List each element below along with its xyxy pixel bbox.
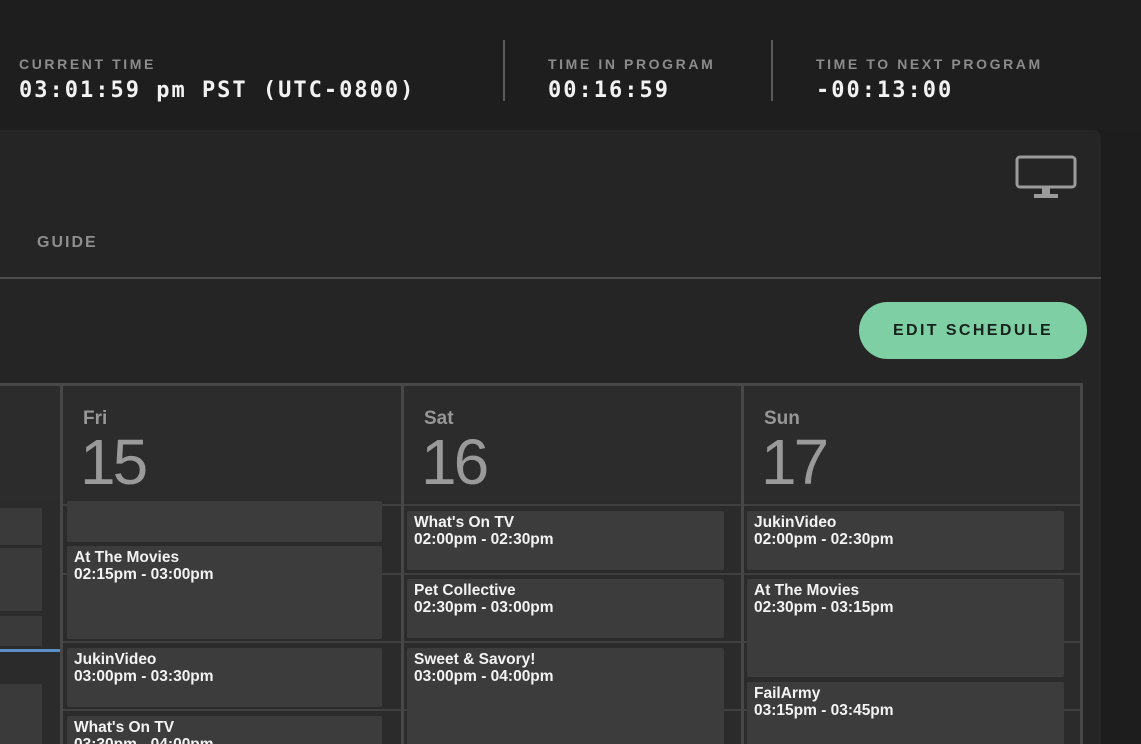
event-time: 03:00pm - 04:00pm [414,668,554,685]
hour-line [404,641,741,643]
current-time-value: 03:01:59 pm PST (UTC-0800) [19,78,416,103]
event-title: Sweet & Savory! [414,651,536,668]
monitor-icon[interactable] [1015,155,1077,201]
hour-line [63,641,401,643]
event-title: Pet Collective [414,582,516,599]
schedule-event[interactable] [0,548,42,611]
current-time: CURRENT TIME 03:01:59 pm PST (UTC-0800) [19,56,415,103]
event-title: At The Movies [74,549,180,566]
hour-line [744,573,1080,575]
day-number: 16 [421,426,489,498]
event-time: 02:00pm - 02:30pm [754,531,894,548]
event-title: At The Movies [754,582,860,599]
schedule-event[interactable] [0,616,42,646]
schedule-event[interactable]: At The Movies 02:30pm - 03:15pm [747,579,1064,677]
status-bar: CURRENT TIME 03:01:59 pm PST (UTC-0800) … [0,0,1141,130]
event-time: 02:30pm - 03:15pm [754,599,894,616]
day-column-sun: Sun 17 JukinVideo 02:00pm - 02:30pm At T… [744,386,1080,744]
day-header: Sun 17 [744,386,1080,499]
time-to-next-label: TIME TO NEXT PROGRAM [816,56,1043,72]
event-title: JukinVideo [74,651,157,668]
event-time: 03:00pm - 03:30pm [74,668,214,685]
event-time: 02:30pm - 03:00pm [414,599,554,616]
day-column-sat: Sat 16 What's On TV 02:00pm - 02:30pm Pe… [404,386,741,744]
hour-line [404,504,741,506]
hour-line [404,573,741,575]
schedule-event[interactable]: Sweet & Savory! 03:00pm - 04:00pm [407,648,724,744]
schedule-event[interactable]: JukinVideo 02:00pm - 02:30pm [747,511,1064,570]
event-title: What's On TV [414,514,515,531]
day-column-fri: Fri 15 At The Movies 02:15pm - 03:00pm J… [63,386,401,744]
event-time: 03:30pm - 04:00pm [74,736,375,744]
schedule-event[interactable] [0,684,42,744]
divider [771,40,773,101]
time-to-next-value: -00:13:00 [816,78,954,103]
day-header: Fri 15 [63,386,401,499]
day-header [0,386,60,499]
tab-divider [0,277,1101,279]
day-header: Sat 16 [404,386,741,499]
event-time: 03:15pm - 03:45pm [754,702,894,719]
event-title: FailArmy [754,685,821,702]
day-column-partial [0,386,60,744]
schedule-event[interactable]: At The Movies 02:15pm - 03:00pm [67,546,382,639]
schedule-event[interactable]: What's On TV 03:30pm - 04:00pm [67,716,382,744]
schedule-event[interactable] [0,508,42,545]
schedule-event[interactable] [67,501,382,542]
time-to-next-program: TIME TO NEXT PROGRAM -00:13:00 [816,56,1043,103]
event-time: 02:00pm - 02:30pm [414,531,554,548]
day-number: 17 [761,426,829,498]
edit-schedule-button[interactable]: EDIT SCHEDULE [859,302,1087,359]
schedule-grid: Fri 15 At The Movies 02:15pm - 03:00pm J… [0,383,1083,744]
divider [503,40,505,101]
tab-guide[interactable]: GUIDE [37,234,98,252]
current-time-indicator [0,649,60,652]
event-title: JukinVideo [754,514,837,531]
hour-line [63,709,401,711]
schedule-event[interactable]: What's On TV 02:00pm - 02:30pm [407,511,724,570]
day-number: 15 [80,426,148,498]
hour-line [744,504,1080,506]
event-title: What's On TV [74,719,175,736]
time-in-program: TIME IN PROGRAM 00:16:59 [548,56,715,103]
time-in-program-label: TIME IN PROGRAM [548,56,716,72]
schedule-event[interactable]: JukinVideo 03:00pm - 03:30pm [67,648,382,707]
schedule-event[interactable]: Pet Collective 02:30pm - 03:00pm [407,579,724,638]
time-in-program-value: 00:16:59 [548,78,670,103]
current-time-label: CURRENT TIME [19,56,156,72]
event-time: 02:15pm - 03:00pm [74,566,214,583]
schedule-event[interactable]: FailArmy 03:15pm - 03:45pm [747,682,1064,744]
